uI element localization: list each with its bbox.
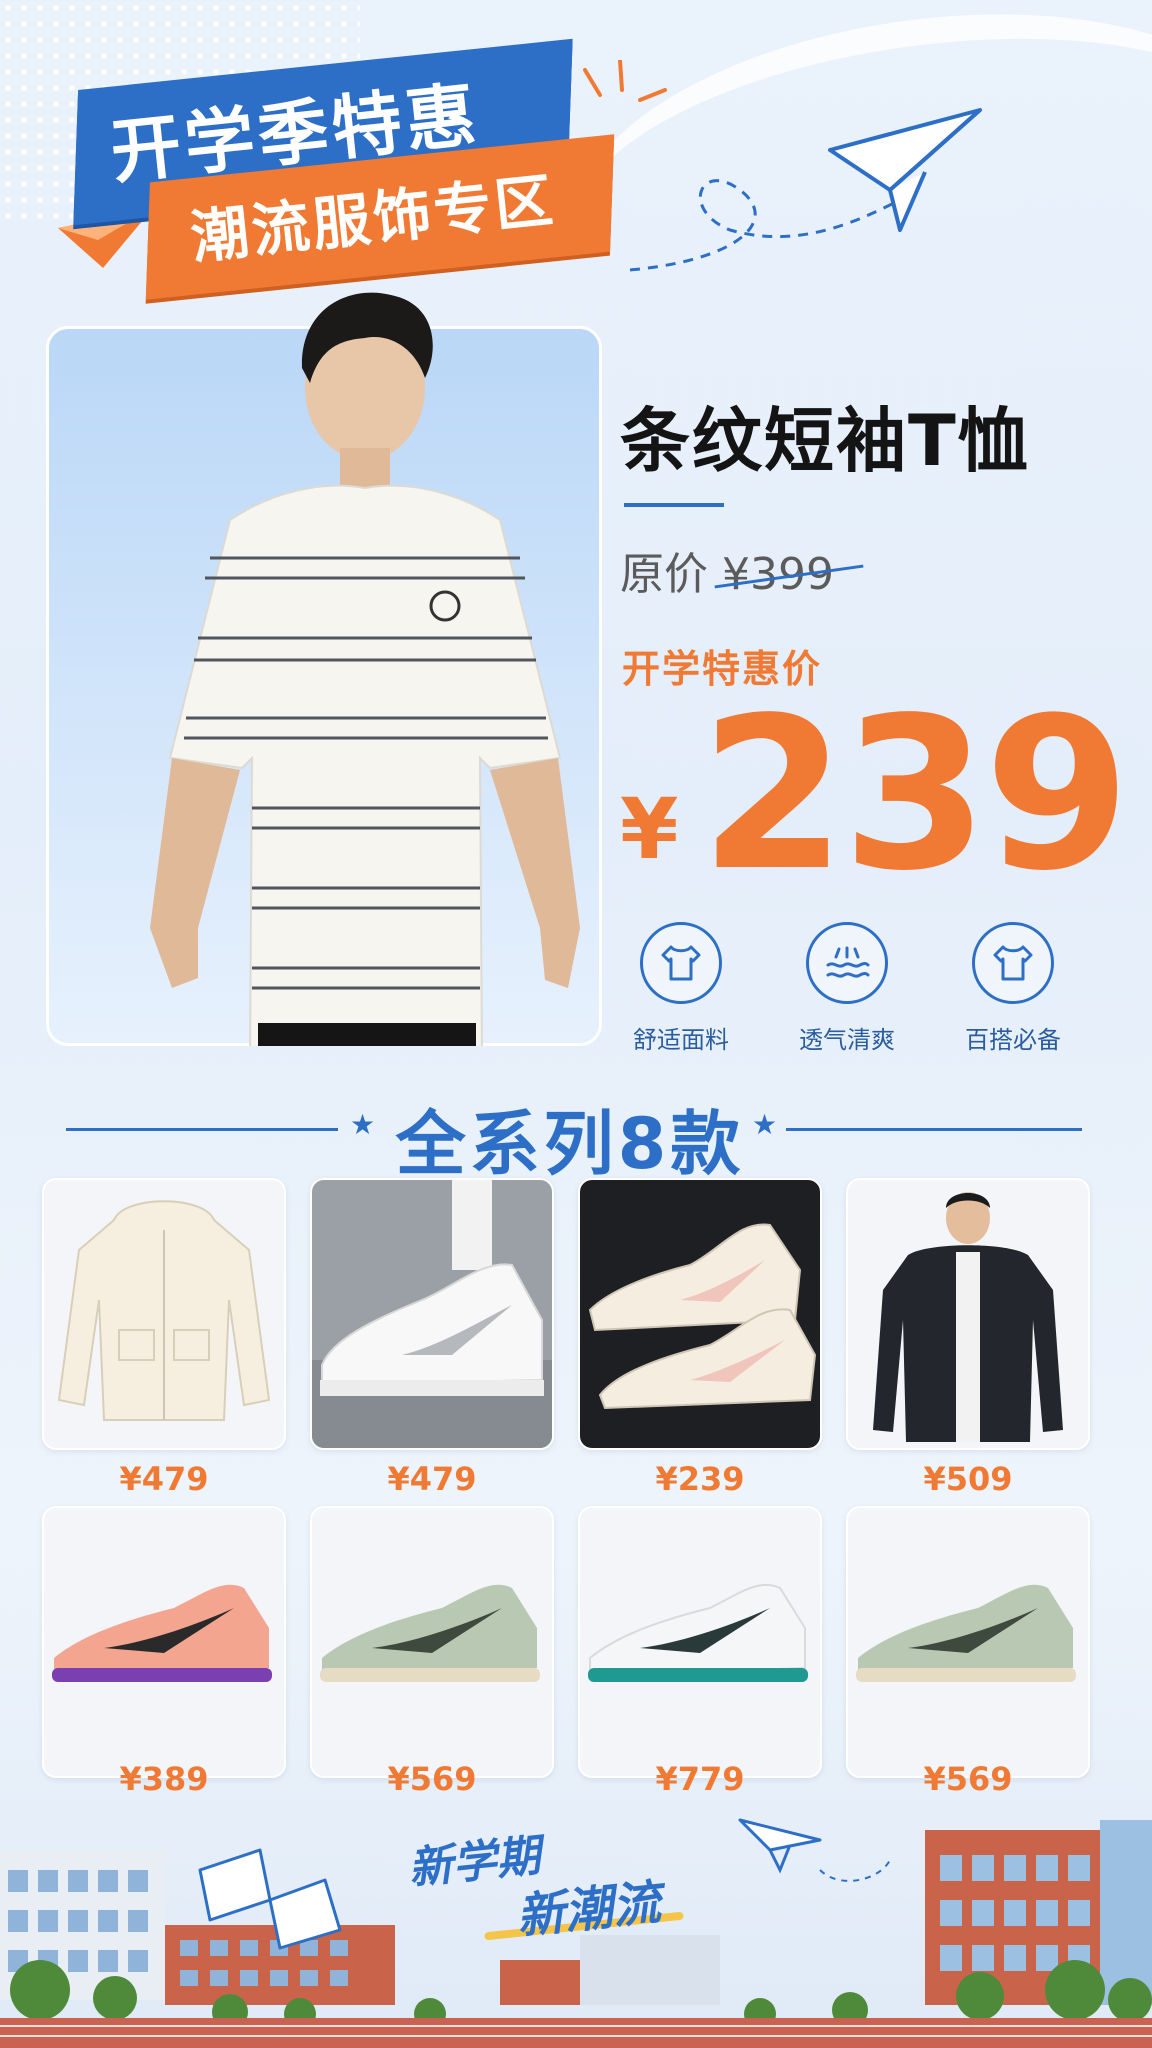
product-card[interactable] (310, 1506, 554, 1778)
product-price: ¥779 (655, 1760, 745, 1798)
product-card[interactable] (310, 1178, 554, 1450)
original-price-row: 原价 ¥399 (620, 538, 834, 602)
currency-symbol: ¥ (620, 780, 679, 878)
product-price: ¥479 (387, 1460, 477, 1498)
section-divider-left (66, 1128, 338, 1131)
cream-jacket-image (57, 1200, 271, 1421)
sage-running-shoes-image (856, 1584, 1076, 1682)
product-price: ¥389 (119, 1760, 209, 1798)
white-sneaker-image (312, 1180, 552, 1448)
model-striped-tshirt-image (150, 292, 580, 1046)
school-building-right (925, 1820, 1152, 2005)
sage-running-shoes-image (320, 1584, 540, 1682)
tshirt-icon (972, 922, 1054, 1004)
star-icon: ★ (752, 1108, 778, 1141)
feature-comfort: 舒适面料 (616, 922, 746, 1055)
product-card[interactable] (42, 1178, 286, 1450)
star-icon: ★ (350, 1108, 376, 1141)
feature-label: 透气清爽 (799, 1026, 895, 1054)
tshirt-icon (640, 922, 722, 1004)
cream-sneakers-image (588, 1223, 817, 1410)
slogan-line2: 新潮流 (513, 1874, 664, 1946)
product-card[interactable] (846, 1506, 1090, 1778)
product-title: 条纹短袖T恤 (620, 400, 1030, 482)
product-card[interactable] (578, 1178, 822, 1450)
title-divider (624, 503, 724, 507)
black-bomber-jacket-image (873, 1192, 1063, 1442)
promo-price: 239 (700, 672, 1130, 917)
product-card[interactable] (42, 1506, 286, 1778)
breathable-icon (806, 922, 888, 1004)
product-price: ¥569 (923, 1760, 1013, 1798)
product-card[interactable] (578, 1506, 822, 1778)
burst-lines-icon (583, 60, 667, 102)
feature-versatile: 百搭必备 (948, 922, 1078, 1055)
paper-plane-icon (828, 108, 982, 232)
small-paper-plane-icon (738, 1818, 891, 1882)
product-price: ¥479 (119, 1460, 209, 1498)
white-teal-running-shoes-image (588, 1583, 808, 1682)
product-price: ¥509 (923, 1460, 1013, 1498)
product-price: ¥569 (387, 1760, 477, 1798)
peach-running-shoes-image (52, 1584, 272, 1682)
original-price: ¥399 (722, 549, 834, 600)
feature-label: 舒适面料 (633, 1026, 729, 1054)
section-title: 全系列8款 (395, 1103, 745, 1185)
product-card[interactable] (846, 1178, 1090, 1450)
original-price-label: 原价 (620, 549, 708, 600)
section-divider-right (786, 1128, 1082, 1131)
feature-breathable: 透气清爽 (782, 922, 912, 1055)
feature-label: 百搭必备 (965, 1026, 1061, 1054)
product-price: ¥239 (655, 1460, 745, 1498)
